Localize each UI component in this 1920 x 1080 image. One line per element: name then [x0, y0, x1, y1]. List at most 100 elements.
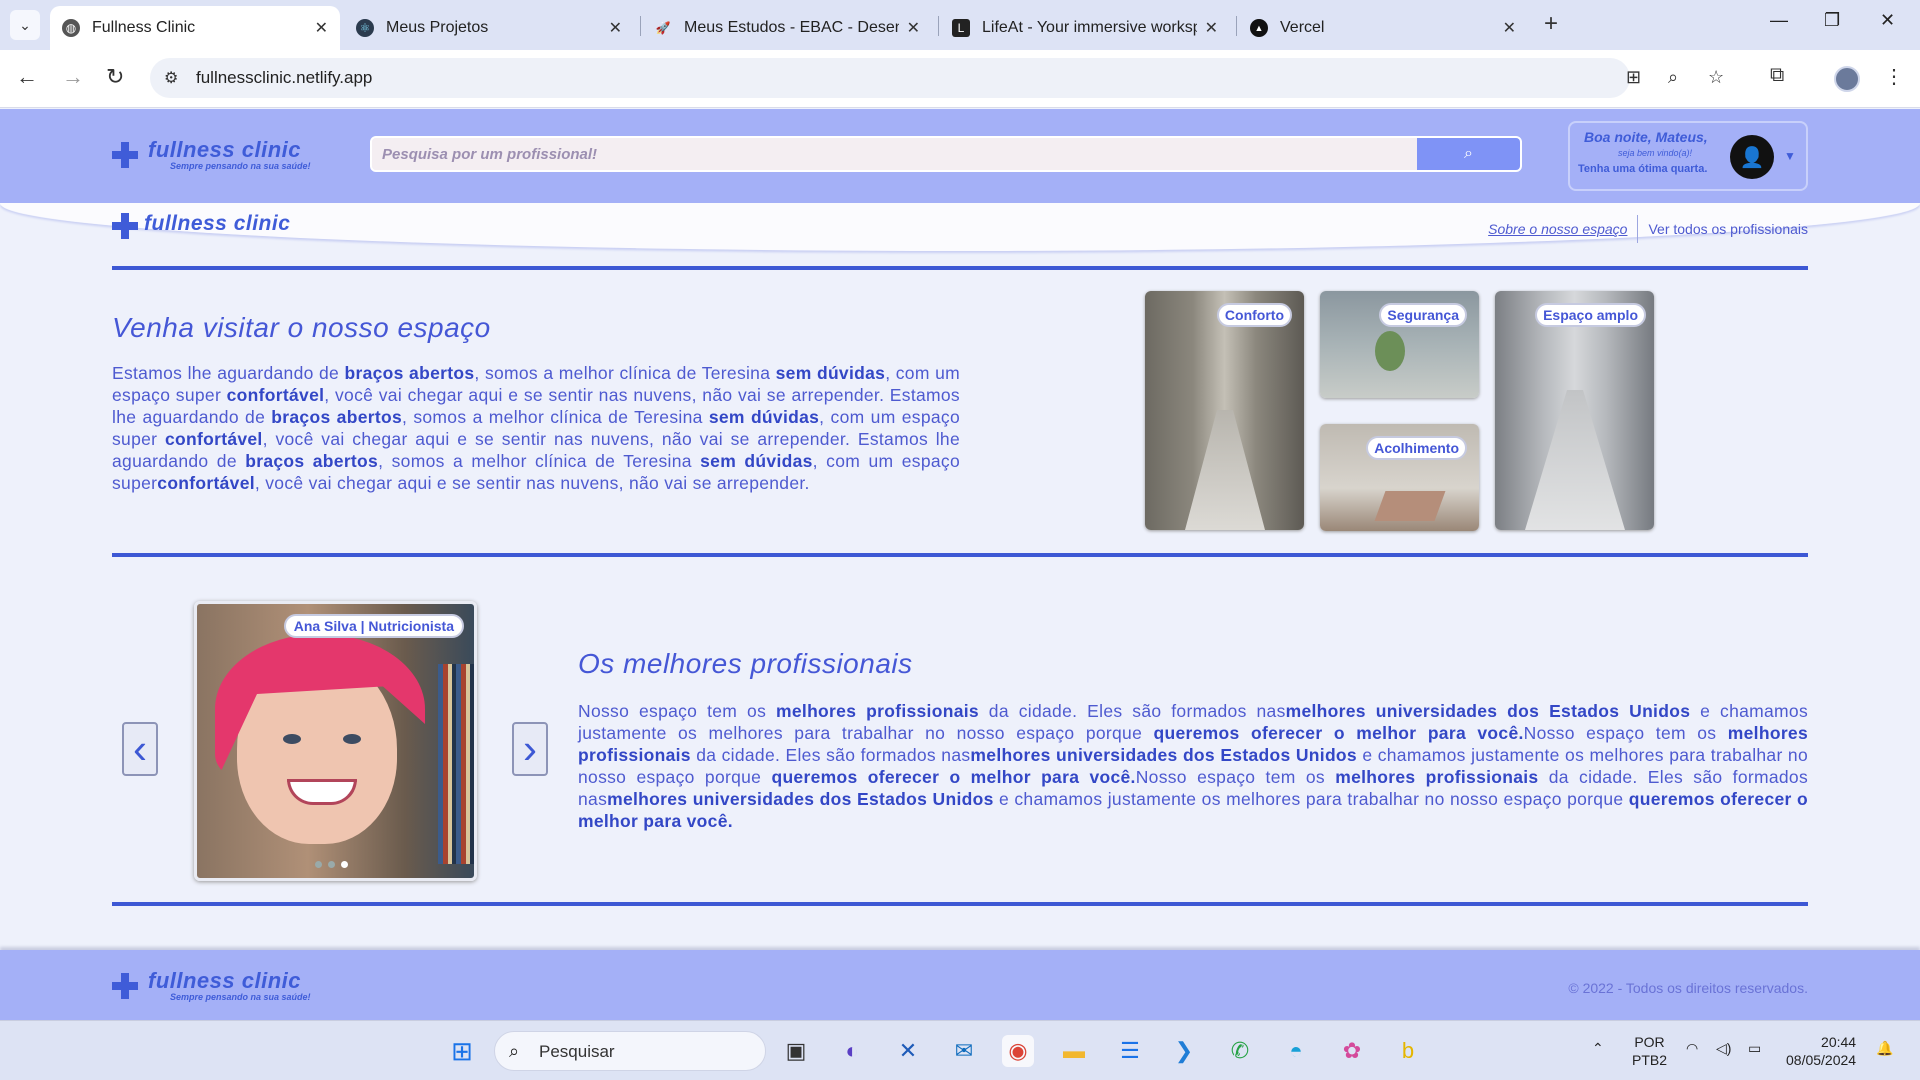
emphasis-text: melhores profissionais [776, 701, 979, 721]
logo-text: fullness clinic [148, 968, 301, 993]
clock-date: 08/05/2024 [1786, 1052, 1857, 1068]
app-icon[interactable]: ✕ [892, 1035, 924, 1067]
vscode-icon[interactable]: ❯ [1168, 1035, 1200, 1067]
browser-toolbar: ← → ↻ ⚙ fullnessclinic.netlify.app ⊞ ⌕ ☆… [0, 50, 1920, 108]
windows-taskbar: ⊞ ⌕ Pesquisar ▣ ◐ ✕ ✉ ◉ ▬ ☰ ❯ ✆ ◓ ✿ b ⌃ … [0, 1020, 1920, 1080]
space-photo-seguranca[interactable]: Segurança [1320, 291, 1479, 398]
nav-link-all-professionals[interactable]: Ver todos os profissionais [1648, 221, 1808, 237]
taskbar-search[interactable]: ⌕ Pesquisar [494, 1031, 766, 1071]
emphasis-text: melhores universidades dos Estados Unido… [1285, 701, 1691, 721]
outlook-icon[interactable]: ✉ [948, 1035, 980, 1067]
extensions-icon[interactable]: ⧉ [1770, 64, 1784, 87]
emphasis-text: melhores universidades dos Estados Unido… [970, 745, 1357, 765]
user-avatar-icon[interactable]: 👤 [1730, 135, 1774, 179]
professional-card[interactable]: Ana Silva | Nutricionista [194, 601, 477, 881]
file-explorer-icon[interactable]: ▬ [1058, 1035, 1090, 1067]
logo-slogan: Sempre pensando na sua saúde! [170, 992, 311, 1002]
carousel-dot[interactable] [315, 861, 322, 868]
section-divider [112, 902, 1808, 906]
browser-tab[interactable]: ▲ Vercel ✕ [1238, 6, 1528, 50]
app-icon[interactable]: ◐ [836, 1035, 868, 1067]
menu-kebab-icon[interactable]: ⋮ [1884, 64, 1904, 89]
tab-title: Meus Projetos [386, 19, 489, 36]
language-top: POR [1634, 1034, 1665, 1050]
site-footer: fullness clinic Sempre pensando na sua s… [0, 950, 1920, 1020]
chrome-icon[interactable]: ◉ [1002, 1035, 1034, 1067]
section-divider [112, 553, 1808, 557]
browser-tab[interactable]: L LifeAt - Your immersive worksp ✕ [940, 6, 1230, 50]
site-header: fullness clinic Sempre pensando na sua s… [0, 109, 1920, 203]
space-section-title: Venha visitar o nosso espaço [112, 312, 491, 343]
language-indicator[interactable]: POR PTB2 [1632, 1033, 1667, 1069]
edge-icon[interactable]: ◓ [1280, 1035, 1312, 1067]
browser-tab[interactable]: 🚀 Meus Estudos - EBAC - Desenvo ✕ [642, 6, 932, 50]
medical-cross-icon [112, 213, 138, 239]
emphasis-text: sem dúvidas [708, 407, 820, 427]
carousel-prev-button[interactable]: ‹ [122, 722, 158, 776]
carousel-dot-active[interactable] [341, 861, 348, 868]
emphasis-text: confortável [164, 429, 263, 449]
back-icon[interactable]: ← [16, 64, 38, 90]
photo-tag: Segurança [1379, 303, 1467, 327]
dropdown-caret-icon[interactable]: ▼ [1784, 149, 1796, 163]
new-tab-icon[interactable]: + [1544, 10, 1558, 38]
carousel-dot[interactable] [328, 861, 335, 868]
search-button[interactable]: ⌕ [1417, 138, 1520, 170]
address-bar[interactable]: ⚙ fullnessclinic.netlify.app ⊞ ⌕ ☆ [150, 58, 1724, 98]
tab-title: Vercel [1280, 19, 1325, 36]
site-info-icon[interactable]: ⚙ [164, 68, 178, 88]
whatsapp-icon[interactable]: ✆ [1224, 1035, 1256, 1067]
task-view-icon[interactable]: ▣ [780, 1035, 812, 1067]
zoom-icon[interactable]: ⌕ [1668, 67, 1678, 88]
secondary-nav: fullness clinic Sobre o nosso espaço Ver… [0, 203, 1920, 251]
emphasis-text: sem dúvidas [775, 363, 886, 383]
nav-links: Sobre o nosso espaço Ver todos os profis… [1488, 215, 1808, 243]
close-tab-icon[interactable]: ✕ [907, 18, 920, 38]
url-text[interactable]: fullnessclinic.netlify.app [196, 68, 372, 88]
volume-icon[interactable]: ◁) [1716, 1039, 1731, 1057]
translate-icon[interactable]: ⊞ [1626, 67, 1641, 88]
lifeat-icon: L [952, 19, 970, 37]
restore-icon[interactable]: ❐ [1824, 10, 1840, 31]
professional-name-tag: Ana Silva | Nutricionista [283, 614, 464, 638]
close-tab-icon[interactable]: ✕ [1503, 18, 1516, 38]
carousel-next-button[interactable]: › [512, 722, 548, 776]
user-menu[interactable]: Boa noite, Mateus, seja bem vindo(a)! Te… [1568, 121, 1808, 191]
close-tab-icon[interactable]: ✕ [315, 18, 328, 38]
show-hidden-icons[interactable]: ⌃ [1592, 1039, 1604, 1057]
close-window-icon[interactable]: ✕ [1880, 10, 1895, 31]
nav-logo[interactable]: fullness clinic [112, 213, 290, 239]
bookmark-star-icon[interactable]: ☆ [1708, 67, 1724, 88]
wifi-icon[interactable]: ◠ [1686, 1039, 1698, 1057]
close-tab-icon[interactable]: ✕ [1205, 18, 1218, 38]
professional-search: ⌕ [370, 136, 1522, 172]
clock[interactable]: 20:44 08/05/2024 [1786, 1033, 1856, 1069]
emphasis-text: melhores profissionais [1335, 767, 1539, 787]
nav-link-about[interactable]: Sobre o nosso espaço [1488, 221, 1635, 237]
minimize-icon[interactable]: — [1770, 10, 1788, 31]
notification-bell-icon[interactable]: 🔔 [1876, 1039, 1893, 1057]
space-photo-espaco-amplo[interactable]: Espaço amplo [1495, 291, 1654, 530]
windows-start-icon[interactable]: ⊞ [446, 1035, 478, 1067]
emphasis-text: confortável [157, 473, 255, 493]
battery-icon[interactable]: ▭ [1748, 1039, 1761, 1057]
space-photo-acolhimento[interactable]: Acolhimento [1320, 424, 1479, 531]
professionals-section-title: Os melhores profissionais [578, 648, 913, 679]
footer-logo[interactable]: fullness clinic Sempre pensando na sua s… [112, 970, 311, 1002]
space-photo-conforto[interactable]: Conforto [1145, 291, 1304, 530]
browser-tab[interactable]: ⚛ Meus Projetos ✕ [344, 6, 634, 50]
app-icon[interactable]: ✿ [1336, 1035, 1368, 1067]
close-tab-icon[interactable]: ✕ [609, 18, 622, 38]
space-section-text: Estamos lhe aguardando de braços abertos… [112, 362, 960, 494]
header-logo[interactable]: fullness clinic Sempre pensando na sua s… [112, 139, 311, 171]
emphasis-text: sem dúvidas [700, 451, 813, 471]
forward-icon[interactable]: → [62, 64, 84, 90]
reload-icon[interactable]: ↻ [106, 64, 124, 90]
search-input[interactable] [372, 138, 1417, 170]
browser-profile-avatar[interactable] [1834, 66, 1860, 92]
notepad-icon[interactable]: ☰ [1114, 1035, 1146, 1067]
tab-search-button[interactable]: ⌄ [10, 10, 40, 40]
browser-tab-active[interactable]: ◍ Fullness Clinic ✕ [50, 6, 340, 50]
body-text: , somos a melhor clínica de Teresina [474, 363, 776, 383]
app-icon[interactable]: b [1392, 1035, 1424, 1067]
